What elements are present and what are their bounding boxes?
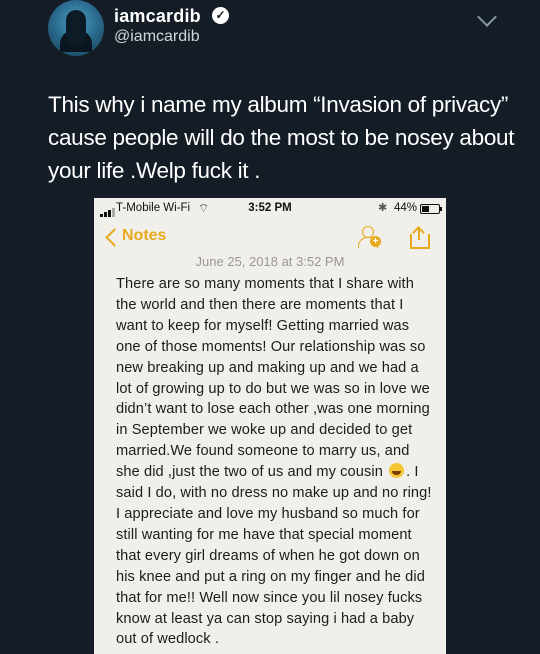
- notes-screenshot: T-Mobile Wi-Fi ⌔ 3:52 PM ✱ 44% Notes + J…: [94, 198, 446, 654]
- wifi-icon: ⌔: [198, 201, 210, 215]
- note-body-part-2: . I said I do, with no dress no make up …: [116, 464, 432, 648]
- notes-nav-bar: Notes +: [94, 220, 446, 254]
- note-date: June 25, 2018 at 3:52 PM: [195, 254, 345, 269]
- add-person-icon[interactable]: +: [356, 225, 381, 248]
- back-chevron-icon[interactable]: [105, 228, 124, 247]
- chevron-down-icon[interactable]: [477, 7, 497, 27]
- signal-icon: [100, 205, 116, 217]
- tweet-header: iamcardib ✓ @iamcardib: [48, 0, 508, 58]
- avatar-figure: [66, 10, 86, 44]
- status-time: 3:52 PM: [248, 202, 292, 214]
- laughing-emoji-icon: [389, 463, 405, 479]
- carrier-label: T-Mobile Wi-Fi: [116, 202, 191, 214]
- status-bar: T-Mobile Wi-Fi ⌔ 3:52 PM ✱ 44%: [94, 198, 446, 220]
- battery-icon: [420, 204, 442, 214]
- share-icon[interactable]: [409, 226, 430, 249]
- avatar[interactable]: [48, 0, 104, 56]
- user-handle[interactable]: @iamcardib: [114, 28, 200, 46]
- tweet-text: This why i name my album “Invasion of pr…: [48, 92, 515, 183]
- back-button[interactable]: Notes: [122, 227, 166, 245]
- battery-percent: 44%: [394, 202, 418, 214]
- bluetooth-icon: ✱: [378, 202, 388, 214]
- verified-badge-icon: ✓: [212, 7, 229, 24]
- note-body-part-1: There are so many moments that I share w…: [116, 276, 430, 481]
- display-name[interactable]: iamcardib: [114, 6, 201, 27]
- note-body[interactable]: There are so many moments that I share w…: [116, 274, 434, 650]
